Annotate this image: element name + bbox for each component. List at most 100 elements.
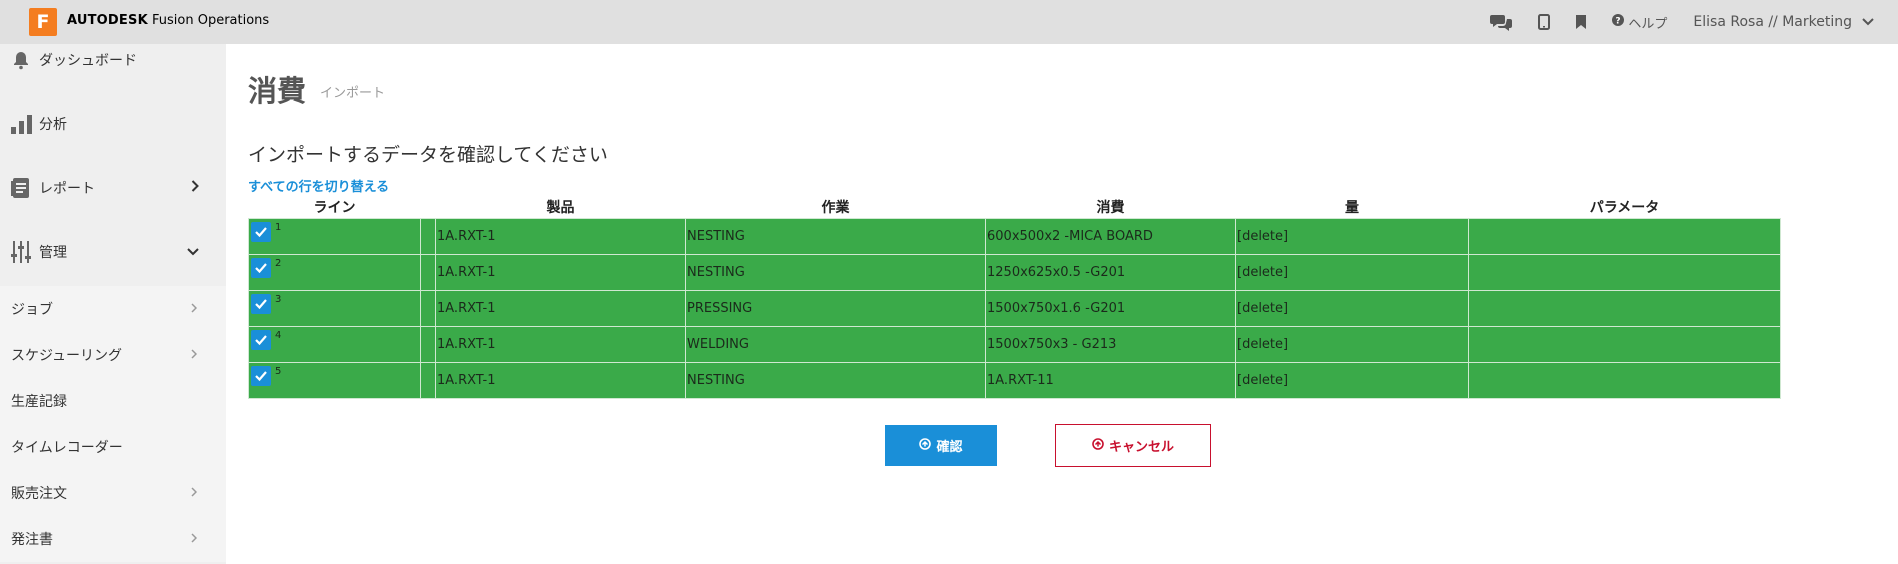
table-header-row: ライン 製品 作業 消費 量 パラメータ (249, 196, 1781, 218)
check-icon (255, 227, 267, 238)
blank-cell (420, 253, 436, 291)
check-icon (255, 335, 267, 346)
sidebar-subitem-sales-orders[interactable]: 販売注文 (0, 470, 226, 516)
row-checkbox[interactable] (251, 222, 271, 242)
fusion-logo[interactable]: F (29, 8, 57, 36)
cancel-label: キャンセル (1108, 440, 1174, 455)
row-checkbox[interactable] (251, 294, 271, 314)
row-checkbox[interactable] (251, 330, 271, 350)
line-number: 5 (275, 365, 282, 377)
check-icon (255, 299, 267, 310)
line-cell: 4 (248, 325, 421, 363)
check-icon (255, 371, 267, 382)
sidebar-item-label: 管理 (39, 245, 67, 261)
row-checkbox[interactable] (251, 366, 271, 386)
column-header-blank (421, 196, 436, 218)
consumption-cell: 1A.RXT-11 (985, 361, 1236, 399)
chevron-right-icon (191, 180, 199, 196)
operation-cell: NESTING (685, 217, 986, 255)
parameters-cell (1468, 361, 1781, 399)
table-row[interactable]: 5 1A.RXT-1 NESTING 1A.RXT-11 [delete] (248, 361, 1781, 399)
product-cell: 1A.RXT-1 (435, 289, 686, 327)
check-icon (255, 263, 267, 274)
consumption-cell: 1500x750x1.6 -G201 (985, 289, 1236, 327)
line-number: 2 (275, 257, 282, 269)
column-header-operation: 作業 (821, 199, 850, 216)
sidebar-subitem-label: 発注書 (11, 532, 53, 548)
operation-cell: NESTING (685, 253, 986, 291)
report-icon (11, 177, 31, 199)
line-number: 1 (275, 221, 282, 233)
sidebar-subitem-label: スケジューリング (11, 348, 123, 364)
product-cell: 1A.RXT-1 (435, 325, 686, 363)
svg-text:?: ? (1616, 17, 1621, 27)
brand-rest: Fusion Operations (147, 13, 270, 28)
chevron-down-icon (187, 244, 199, 260)
confirm-label: 確認 (936, 440, 963, 455)
sidebar-subitem-jobs[interactable]: ジョブ (0, 286, 226, 332)
sidebar-subitem-label: タイムレコーダー (11, 440, 123, 456)
main-content: 消費 インポート インポートするデータを確認してください すべての行を切り替える… (226, 44, 1898, 564)
column-header-consumption: 消費 (1096, 199, 1125, 216)
blank-cell (420, 361, 436, 399)
table-row[interactable]: 3 1A.RXT-1 PRESSING 1500x750x1.6 -G201 [… (248, 289, 1781, 327)
sidebar-item-analytics[interactable]: 分析 (0, 108, 226, 140)
help-icon: ? (1612, 14, 1625, 30)
sidebar-subitem-production-records[interactable]: 生産記録 (0, 378, 226, 424)
sidebar-item-label: レポート (39, 181, 95, 197)
table-row[interactable]: 1 1A.RXT-1 NESTING 600x500x2 -MICA BOARD… (248, 217, 1781, 255)
user-label: Elisa Rosa // Marketing (1693, 14, 1852, 30)
consumption-cell: 1250x625x0.5 -G201 (985, 253, 1236, 291)
top-right-actions: ? ヘルプ Elisa Rosa // Marketing (1490, 0, 1874, 44)
sidebar-subitem-label: 生産記録 (11, 394, 67, 410)
table-row[interactable]: 4 1A.RXT-1 WELDING 1500x750x3 - G213 [de… (248, 325, 1781, 363)
sidebar-item-label: 分析 (39, 117, 67, 133)
product-cell: 1A.RXT-1 (435, 253, 686, 291)
mobile-icon[interactable] (1538, 14, 1551, 30)
line-cell: 1 (248, 217, 421, 255)
column-header-product: 製品 (546, 199, 575, 216)
quantity-cell: [delete] (1235, 361, 1469, 399)
chat-icon[interactable] (1490, 13, 1513, 31)
sliders-icon (11, 241, 31, 263)
line-number: 4 (275, 329, 282, 341)
confirm-heading: インポートするデータを確認してください (248, 144, 608, 166)
chevron-right-icon (191, 347, 198, 363)
chevron-right-icon (191, 301, 198, 317)
arrow-circle-up-icon (919, 437, 932, 454)
consumption-cell: 1500x750x3 - G213 (985, 325, 1236, 363)
bookmark-icon[interactable] (1576, 15, 1587, 29)
arrow-circle-up-icon (1092, 437, 1104, 454)
sidebar-item-admin[interactable]: 管理 (0, 236, 226, 268)
cancel-button[interactable]: キャンセル (1055, 424, 1211, 467)
help-link[interactable]: ? ヘルプ (1612, 13, 1667, 32)
parameters-cell (1468, 253, 1781, 291)
sidebar-item-dashboard[interactable]: ダッシュボード (0, 44, 226, 76)
user-menu[interactable]: Elisa Rosa // Marketing (1693, 14, 1874, 30)
operation-cell: WELDING (685, 325, 986, 363)
bar-chart-icon (11, 113, 33, 135)
confirm-button[interactable]: 確認 (885, 425, 997, 466)
sidebar-item-reports[interactable]: レポート (0, 172, 226, 204)
top-bar: F AUTODESK Fusion Operations ? ヘルプ Elisa… (0, 0, 1898, 44)
help-label: ヘルプ (1628, 16, 1668, 32)
sidebar-subitem-scheduling[interactable]: スケジューリング (0, 332, 226, 378)
page-title: 消費 (248, 74, 307, 108)
parameters-cell (1468, 217, 1781, 255)
product-cell: 1A.RXT-1 (435, 217, 686, 255)
sidebar-subitem-purchase-orders[interactable]: 発注書 (0, 516, 226, 562)
sidebar-subitem-label: ジョブ (11, 302, 53, 318)
table-row[interactable]: 2 1A.RXT-1 NESTING 1250x625x0.5 -G201 [d… (248, 253, 1781, 291)
line-cell: 2 (248, 253, 421, 291)
sidebar-subitem-label: 販売注文 (11, 486, 67, 502)
bell-icon (11, 50, 31, 70)
sidebar-item-label: ダッシュボード (39, 53, 137, 69)
chevron-right-icon (191, 485, 198, 501)
sidebar-subitem-time-recorder[interactable]: タイムレコーダー (0, 424, 226, 470)
sidebar: ダッシュボード 分析 レポート 管理 ジョブ スケジューリング 生産記録 タイム… (0, 44, 226, 564)
chevron-right-icon (191, 531, 198, 547)
quantity-cell: [delete] (1235, 253, 1469, 291)
row-checkbox[interactable] (251, 258, 271, 278)
parameters-cell (1468, 325, 1781, 363)
toggle-all-rows-link[interactable]: すべての行を切り替える (248, 176, 389, 195)
